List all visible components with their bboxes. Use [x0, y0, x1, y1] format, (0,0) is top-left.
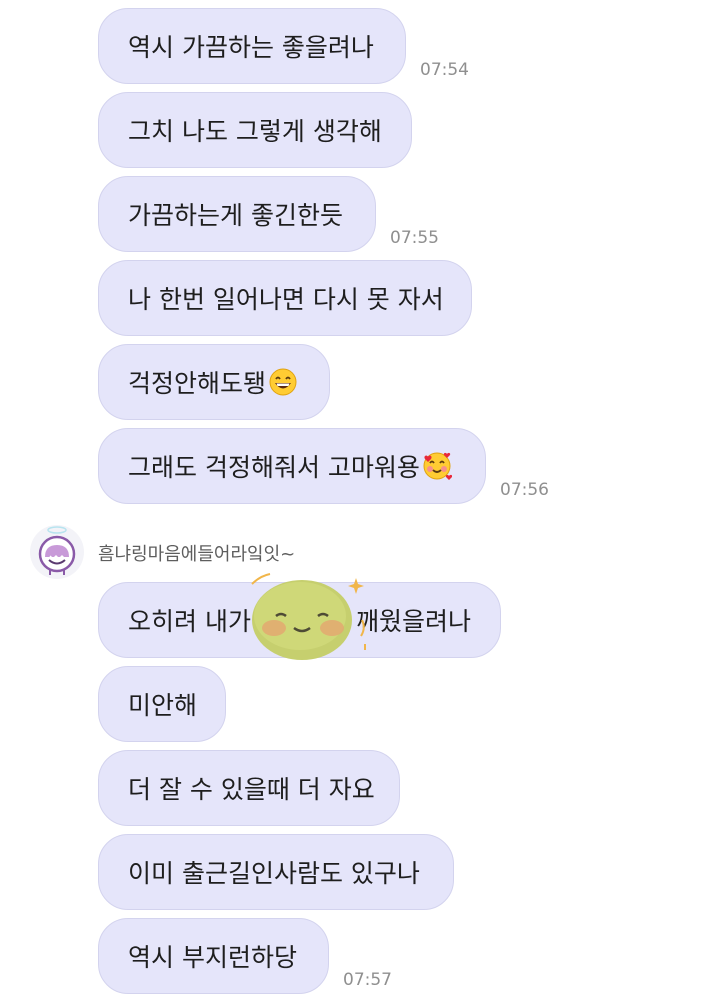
message-bubble[interactable]: 미안해 — [98, 666, 226, 742]
message-bubble[interactable]: 나 한번 일어나면 다시 못 자서 — [98, 260, 472, 336]
green-blob-sticker-icon — [251, 573, 366, 660]
message-time: 07:54 — [420, 60, 469, 80]
message-row: 나 한번 일어나면 다시 못 자서 — [98, 260, 472, 336]
message-row: 그래도 걱정해줘서 고마워용 07:56 — [98, 428, 549, 504]
message-text: 이미 출근길인사람도 있구나 — [128, 859, 420, 888]
message-bubble[interactable]: 걱정안해도됑 — [98, 344, 330, 420]
message-bubble[interactable]: 더 잘 수 있을때 더 자요 — [98, 750, 400, 826]
message-bubble[interactable]: 그래도 걱정해줘서 고마워용 — [98, 428, 486, 504]
smiling-face-with-hearts-emoji — [423, 452, 452, 480]
message-row: 더 잘 수 있을때 더 자요 — [98, 750, 400, 826]
sender-name: 흠냐링마음에들어라잌잇~ — [98, 544, 296, 565]
cartoon-avatar-icon — [38, 526, 76, 575]
message-text: 미안해 — [128, 691, 198, 720]
message-row: 걱정안해도됑 — [98, 344, 330, 420]
message-bubble[interactable]: 역시 부지런하당 — [98, 918, 329, 994]
message-row: 역시 부지런하당 07:57 — [98, 918, 392, 994]
message-bubble[interactable]: 역시 가끔하는 좋을려나 — [98, 8, 406, 84]
message-bubble[interactable]: 이미 출근길인사람도 있구나 — [98, 834, 454, 910]
message-text: 역시 부지런하당 — [128, 943, 297, 972]
message-bubble[interactable]: 가끔하는게 좋긴한듯 — [98, 176, 376, 252]
message-bubble[interactable]: 그치 나도 그렇게 생각해 — [98, 92, 412, 168]
message-row: 가끔하는게 좋긴한듯 07:55 — [98, 176, 439, 252]
message-text: 더 잘 수 있을때 더 자요 — [128, 775, 375, 804]
message-row: 그치 나도 그렇게 생각해 — [98, 92, 412, 168]
message-text: 가끔하는게 좋긴한듯 — [128, 201, 343, 230]
message-text: 역시 가끔하는 좋을려나 — [128, 33, 374, 62]
message-time: 07:55 — [390, 228, 439, 248]
message-text: 오히려 내가 — [128, 607, 251, 636]
message-text: 그치 나도 그렇게 생각해 — [128, 117, 382, 146]
message-row: 역시 가끔하는 좋을려나 07:54 — [98, 8, 469, 84]
message-time: 07:56 — [500, 480, 549, 500]
avatar[interactable] — [30, 525, 84, 579]
message-text: 나 한번 일어나면 다시 못 자서 — [128, 285, 444, 314]
grinning-face-emoji — [269, 368, 297, 396]
message-text: 걱정안해도됑 — [128, 369, 267, 398]
message-row: 미안해 — [98, 666, 226, 742]
message-text: 그래도 걱정해줘서 고마워용 — [128, 453, 420, 482]
message-time: 07:57 — [343, 970, 392, 990]
message-row: 이미 출근길인사람도 있구나 — [98, 834, 454, 910]
